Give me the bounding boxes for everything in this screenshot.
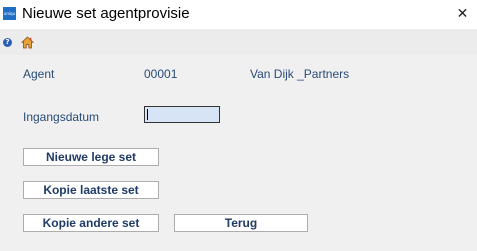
window-title: Nieuwe set agentprovisie bbox=[22, 5, 190, 22]
toolbar: ? bbox=[0, 29, 477, 55]
kopie-andere-set-label: Kopie andere set bbox=[42, 216, 140, 230]
agent-label: Agent bbox=[23, 67, 55, 81]
kopie-laatste-set-button[interactable]: Kopie laatste set bbox=[23, 181, 159, 199]
agent-code: 00001 bbox=[144, 67, 178, 81]
nieuwe-lege-set-label: Nieuwe lege set bbox=[45, 150, 137, 164]
kopie-andere-set-button[interactable]: Kopie andere set bbox=[23, 214, 159, 232]
kopie-laatste-set-label: Kopie laatste set bbox=[43, 183, 139, 197]
app-icon: uniqu bbox=[3, 7, 16, 20]
agent-name: Van Dijk _Partners bbox=[250, 67, 350, 81]
ingangsdatum-label: Ingangsdatum bbox=[23, 110, 100, 124]
terug-button[interactable]: Terug bbox=[174, 214, 308, 232]
nieuwe-lege-set-button[interactable]: Nieuwe lege set bbox=[23, 148, 159, 166]
home-icon[interactable] bbox=[21, 36, 34, 49]
help-icon[interactable]: ? bbox=[3, 38, 12, 47]
close-icon: ✕ bbox=[456, 6, 469, 22]
title-bar: uniqu Nieuwe set agentprovisie ✕ bbox=[0, 0, 477, 29]
terug-label: Terug bbox=[224, 216, 258, 230]
close-button[interactable]: ✕ bbox=[448, 0, 477, 29]
text-caret bbox=[147, 109, 148, 120]
ingangsdatum-input[interactable] bbox=[144, 106, 220, 123]
